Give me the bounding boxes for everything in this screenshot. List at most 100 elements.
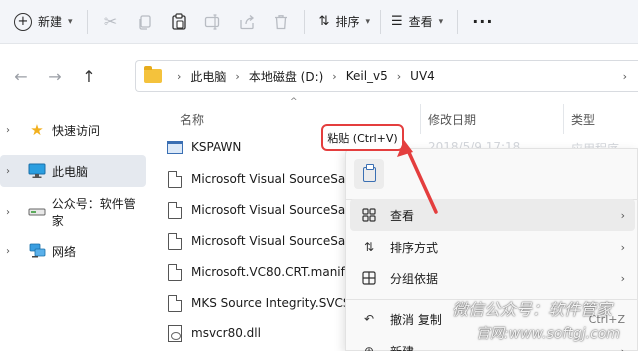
menu-item-label: 排序方式 [390,240,439,255]
chevron-right-icon: › [620,208,625,222]
paste-icon[interactable] [162,6,196,38]
chevron-right-icon: › [332,69,337,83]
star-icon: ★ [30,121,44,139]
chevron-down-icon: ▾ [68,16,73,27]
arrow-right-icon: → [48,66,62,86]
column-divider [420,104,421,134]
new-icon: ⊕ [363,344,375,351]
network-icon [28,243,46,259]
document-icon [168,294,182,312]
chevron-down-icon: ▾ [438,16,444,27]
new-button[interactable]: + 新建 ▾ [6,6,81,38]
breadcrumb-drive-d[interactable]: 本地磁盘 (D:) [249,68,323,85]
file-name: KSPAWN [191,140,242,154]
context-menu: 查看 › ⇅ 排序方式 › 分组依据 › ↶ 撤消 复制 Ctrl+Z ⊕ 新建… [345,148,638,351]
sort-button[interactable]: ⇅ 排序 ▾ [311,6,378,38]
column-divider [563,104,564,134]
folder-icon [144,66,162,83]
undo-icon: ↶ [363,312,375,326]
share-icon[interactable] [230,6,264,38]
view-label: 查看 [408,15,433,29]
menu-item-view[interactable]: 查看 › [350,199,635,231]
document-icon [168,263,182,281]
breadcrumb-keil[interactable]: Keil_v5 [346,69,388,83]
sidebar-item-label: 网络 [52,244,77,259]
chevron-right-icon[interactable]: › [6,207,20,218]
sort-indicator-icon: ^ [290,97,298,107]
chevron-right-icon[interactable]: › [6,166,20,177]
chevron-right-icon[interactable]: › [6,125,20,136]
file-name: Microsoft.VC80.CRT.manifest [191,265,360,279]
file-name: Microsoft Visual SourceSafe [191,234,357,248]
chevron-right-icon: › [620,344,625,351]
list-item[interactable]: MKS Source Integrity.SVCS [160,288,360,318]
menu-item-label: 新建 [390,343,414,351]
sidebar-item-label: 此电脑 [52,164,89,179]
rename-icon[interactable] [196,6,230,38]
menu-item-group-by[interactable]: 分组依据 › [350,262,635,294]
copy-icon[interactable] [128,6,162,38]
group-icon [360,271,378,285]
column-header-date[interactable]: 修改日期 [428,106,563,132]
sidebar-item-drive[interactable]: › 公众号：软件管家 [0,196,146,228]
chevron-right-icon: › [620,240,625,254]
list-item[interactable]: Microsoft.VC80.CRT.manifest [160,257,360,287]
document-icon [168,170,182,188]
toolbar-divider [457,9,459,34]
new-label: 新建 [38,15,63,29]
toolbar-divider [303,9,305,34]
sidebar-item-network[interactable]: › 网络 [0,235,146,267]
chevron-right-icon: › [620,271,625,285]
more-icon: ··· [472,12,494,31]
command-bar: + 新建 ▾ ✂ ⇅ 排序 ▾ ☰ 查看 ▾ ··· [0,0,638,44]
plus-icon: + [14,12,32,31]
document-icon [168,201,182,219]
forward-button[interactable]: → [38,61,72,91]
file-name: Microsoft Visual SourceSafe [191,172,357,186]
file-name: msvcr80.dll [191,326,261,340]
column-header-type[interactable]: 类型 [571,106,638,132]
view-icon: ☰ [391,14,403,29]
chevron-right-icon: › [177,69,182,83]
breadcrumb-uv4[interactable]: UV4 [410,69,435,83]
sidebar-item-label: 快速访问 [52,123,101,138]
list-item[interactable]: msvcr80.dll [160,318,360,348]
sidebar-item-label: 公众号：软件管家 [51,197,136,228]
chevron-right-icon[interactable]: › [6,246,20,257]
sidebar-item-quick-access[interactable]: › ★ 快速访问 [0,114,146,146]
delete-icon[interactable] [264,6,298,38]
menu-item-label: 撤消 复制 [390,312,442,327]
file-name: MKS Source Integrity.SVCS [191,296,351,310]
cut-icon[interactable]: ✂ [94,6,128,38]
exe-icon [167,140,183,154]
navigation-pane: › ★ 快速访问 › 此电脑 › 公众号：软件管家 › 网络 [0,104,150,351]
arrow-up-icon: ↑ [82,66,96,86]
up-button[interactable]: ↑ [72,61,106,91]
sort-label: 排序 [335,15,360,29]
dll-icon [168,324,182,342]
breadcrumb-this-pc[interactable]: 此电脑 [190,68,226,85]
menu-item-sort-by[interactable]: ⇅ 排序方式 › [350,231,635,263]
chevron-right-icon: › [396,69,402,83]
sort-icon: ⇅ [318,14,330,29]
chevron-right-icon: › [622,69,627,83]
paste-button[interactable] [354,159,384,189]
arrow-left-icon: ← [14,66,28,86]
address-bar[interactable]: › 此电脑 › 本地磁盘 (D:) › Keil_v5 › UV4 › [135,60,638,92]
file-name: Microsoft Visual SourceSafe [191,203,357,217]
view-button[interactable]: ☰ 查看 ▾ [383,6,451,38]
menu-item-label: 查看 [390,208,415,223]
sidebar-item-this-pc[interactable]: › 此电脑 [0,155,146,187]
back-button[interactable]: ← [4,61,38,91]
watermark-line-2: 官网:www.softgj.com [476,326,621,342]
more-button[interactable]: ··· [464,6,501,38]
document-icon [168,232,182,250]
grid-icon [360,208,378,222]
drive-icon [28,204,46,220]
list-item[interactable]: Microsoft Visual SourceSafe [160,164,360,194]
navigation-row: ← → ↑ › 此电脑 › 本地磁盘 (D:) › Keil_v5 › UV4 … [0,56,638,96]
list-item[interactable]: Microsoft Visual SourceSafe [160,195,360,225]
paste-tooltip: 粘贴 (Ctrl+V) [321,124,404,151]
list-item[interactable]: Microsoft Visual SourceSafe [160,226,360,256]
menu-item-label: 分组依据 [390,271,439,286]
